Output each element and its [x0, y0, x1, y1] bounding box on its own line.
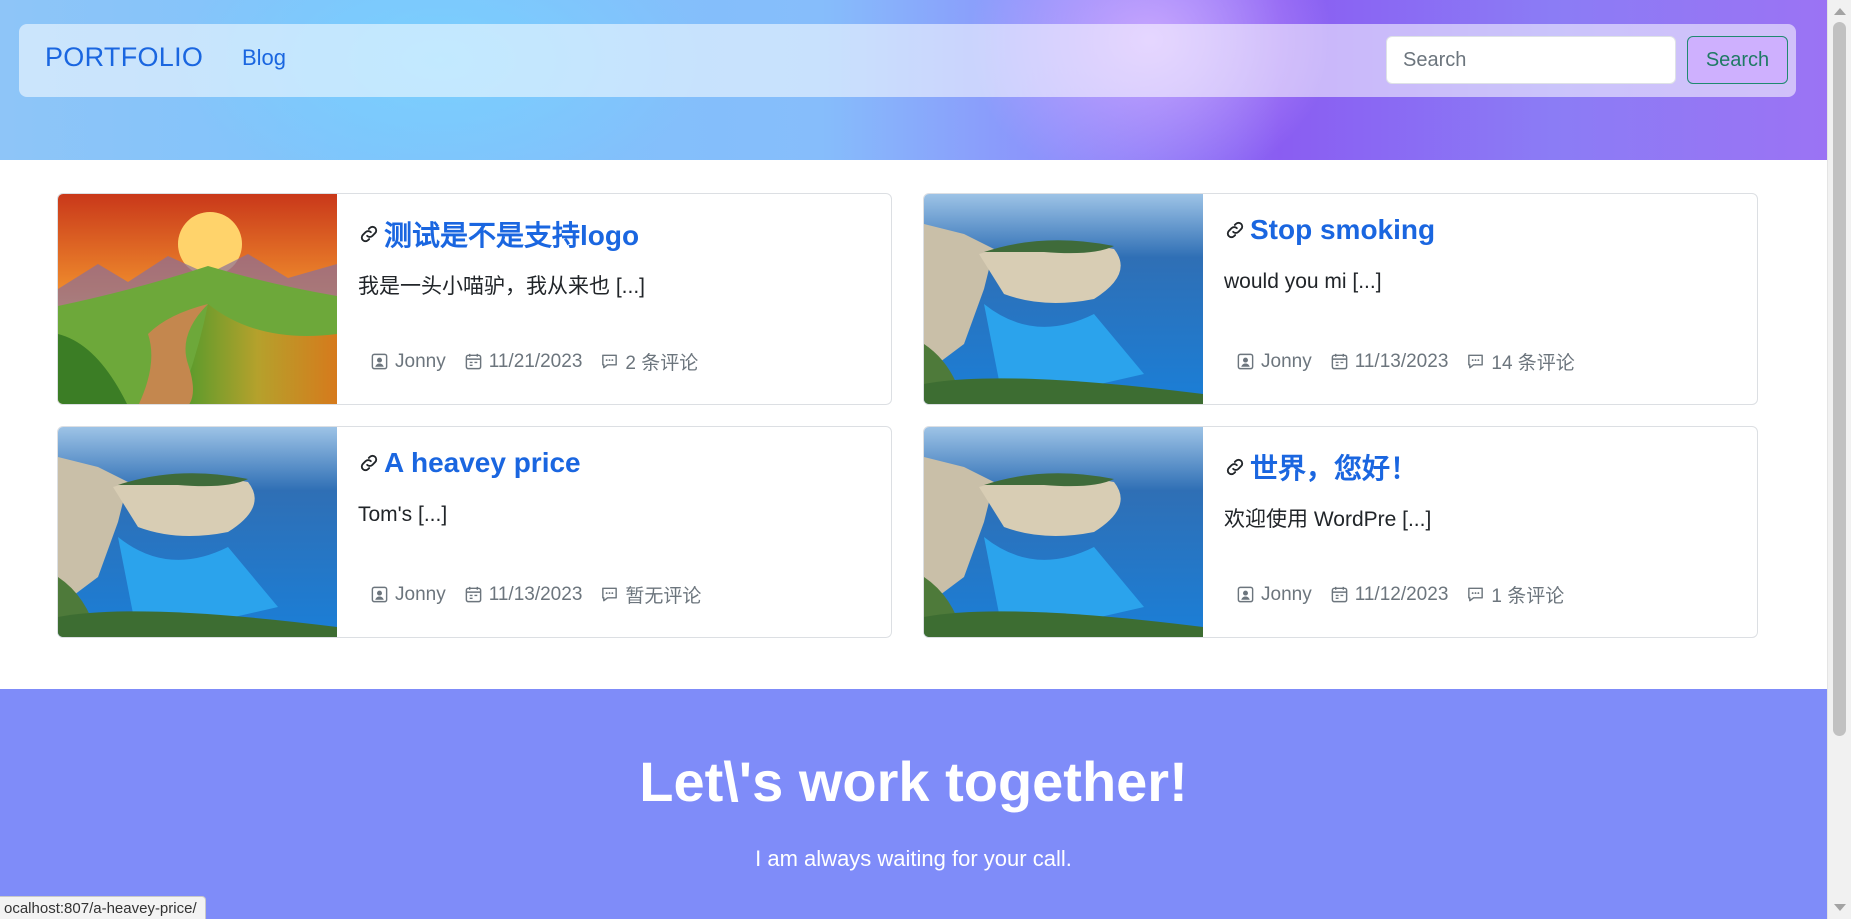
- person-badge-icon: [1237, 586, 1254, 603]
- post-author-name: Jonny: [1261, 350, 1312, 372]
- page-viewport: PORTFOLIO Blog Search Search 测试是不是支持logo…: [0, 0, 1827, 919]
- status-bar-url: ocalhost:807/a-heavey-price/: [0, 896, 206, 919]
- cta-title: Let\'s work together!: [639, 750, 1188, 813]
- post-date-text: 11/21/2023: [488, 350, 583, 372]
- post-card-body: 测试是不是支持logo 我是一头小喵驴，我从来也 [...] Jonny 11/…: [337, 194, 891, 404]
- person-badge-icon: [1237, 353, 1254, 370]
- hero-header: PORTFOLIO Blog Search: [0, 0, 1827, 160]
- post-comments-text: 2 条评论: [625, 353, 699, 374]
- calendar-icon: [465, 353, 482, 370]
- post-card: A heavey price Tom's [...] Jonny 11/13/2…: [57, 426, 892, 638]
- post-date-text: 11/12/2023: [1354, 583, 1449, 605]
- post-date: 11/12/2023: [1330, 583, 1449, 606]
- post-meta: Jonny 11/21/2023 2 条评论: [370, 348, 698, 375]
- post-author: Jonny: [1236, 584, 1312, 606]
- post-date: 11/13/2023: [464, 583, 583, 606]
- calendar-icon: [1331, 586, 1348, 603]
- post-author-name: Jonny: [395, 350, 446, 372]
- calendar-icon: [465, 586, 482, 603]
- link-icon: [1226, 458, 1244, 476]
- link-icon: [1226, 221, 1244, 239]
- chat-icon: [602, 354, 618, 369]
- post-card: Stop smoking would you mi [...] Jonny 11…: [923, 193, 1758, 405]
- post-author: Jonny: [370, 351, 446, 373]
- post-comments: 暂无评论: [600, 581, 701, 608]
- person-badge-icon: [371, 353, 388, 370]
- post-comments-text: 1 条评论: [1491, 586, 1565, 607]
- vertical-scrollbar[interactable]: [1827, 0, 1851, 919]
- post-title: 测试是不是支持logo: [384, 220, 640, 251]
- post-comments: 14 条评论: [1466, 348, 1575, 375]
- post-excerpt: would you mi [...]: [1224, 270, 1382, 293]
- post-thumbnail-coastal-cove[interactable]: [924, 194, 1203, 405]
- post-date: 11/13/2023: [1330, 350, 1449, 373]
- post-author-name: Jonny: [1261, 583, 1312, 605]
- chat-icon: [1468, 587, 1484, 602]
- post-comments-text: 暂无评论: [625, 586, 702, 607]
- post-comments: 2 条评论: [600, 348, 698, 375]
- person-badge-icon: [371, 586, 388, 603]
- calendar-icon: [1331, 353, 1348, 370]
- post-meta: Jonny 11/13/2023 14 条评论: [1236, 348, 1575, 375]
- post-excerpt: Tom's [...]: [358, 503, 448, 526]
- post-comments-text: 14 条评论: [1491, 353, 1575, 374]
- post-card-body: 世界，您好！ 欢迎使用 WordPre [...] Jonny 11/12/20…: [1203, 427, 1757, 637]
- chat-icon: [1468, 354, 1484, 369]
- scroll-down-arrow-icon[interactable]: [1834, 904, 1846, 911]
- link-icon: [360, 225, 378, 243]
- post-author-name: Jonny: [395, 583, 446, 605]
- post-thumbnail-coastal-cove[interactable]: [58, 427, 337, 638]
- post-author: Jonny: [370, 584, 446, 606]
- post-card: 测试是不是支持logo 我是一头小喵驴，我从来也 [...] Jonny 11/…: [57, 193, 892, 405]
- brand-link[interactable]: PORTFOLIO: [45, 42, 203, 73]
- post-title: 世界，您好！: [1250, 453, 1419, 484]
- search-button[interactable]: Search: [1687, 36, 1788, 84]
- post-excerpt: 欢迎使用 WordPre [...]: [1224, 508, 1432, 531]
- post-card: 世界，您好！ 欢迎使用 WordPre [...] Jonny 11/12/20…: [923, 426, 1758, 638]
- post-comments: 1 条评论: [1466, 581, 1564, 608]
- post-card-body: Stop smoking would you mi [...] Jonny 11…: [1203, 194, 1757, 404]
- navbar: PORTFOLIO Blog Search: [19, 24, 1796, 97]
- post-title: A heavey price: [384, 447, 581, 478]
- post-date-text: 11/13/2023: [1354, 350, 1449, 372]
- post-thumbnail-sunset-landscape[interactable]: [58, 194, 337, 405]
- cta-section: Let\'s work together! I am always waitin…: [0, 689, 1827, 919]
- scroll-up-arrow-icon[interactable]: [1834, 8, 1846, 15]
- post-card-body: A heavey price Tom's [...] Jonny 11/13/2…: [337, 427, 891, 637]
- post-title-link[interactable]: 世界，您好！: [1224, 447, 1418, 487]
- cta-text: I am always waiting for your call.: [755, 846, 1072, 871]
- post-date: 11/21/2023: [464, 350, 583, 373]
- search-input[interactable]: [1386, 36, 1676, 84]
- post-title-link[interactable]: Stop smoking: [1224, 214, 1435, 246]
- post-author: Jonny: [1236, 351, 1312, 373]
- post-date-text: 11/13/2023: [488, 583, 583, 605]
- post-meta: Jonny 11/12/2023 1 条评论: [1236, 581, 1564, 608]
- post-title-link[interactable]: A heavey price: [358, 447, 581, 479]
- post-title: Stop smoking: [1250, 214, 1436, 245]
- nav-link-blog[interactable]: Blog: [242, 45, 286, 71]
- post-thumbnail-coastal-cove[interactable]: [924, 427, 1203, 638]
- post-excerpt: 我是一头小喵驴，我从来也 [...]: [358, 275, 646, 298]
- post-title-link[interactable]: 测试是不是支持logo: [358, 214, 639, 254]
- chat-icon: [602, 587, 618, 602]
- link-icon: [360, 454, 378, 472]
- scrollbar-thumb[interactable]: [1833, 22, 1846, 736]
- post-meta: Jonny 11/13/2023 暂无评论: [370, 581, 701, 608]
